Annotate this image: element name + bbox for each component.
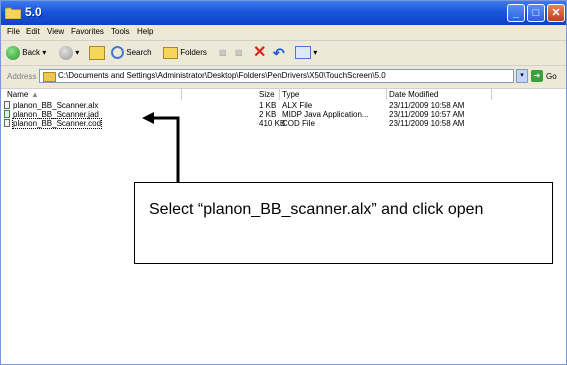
instruction-callout: Select “planon_BB_scanner.alx” and click…: [134, 182, 553, 264]
